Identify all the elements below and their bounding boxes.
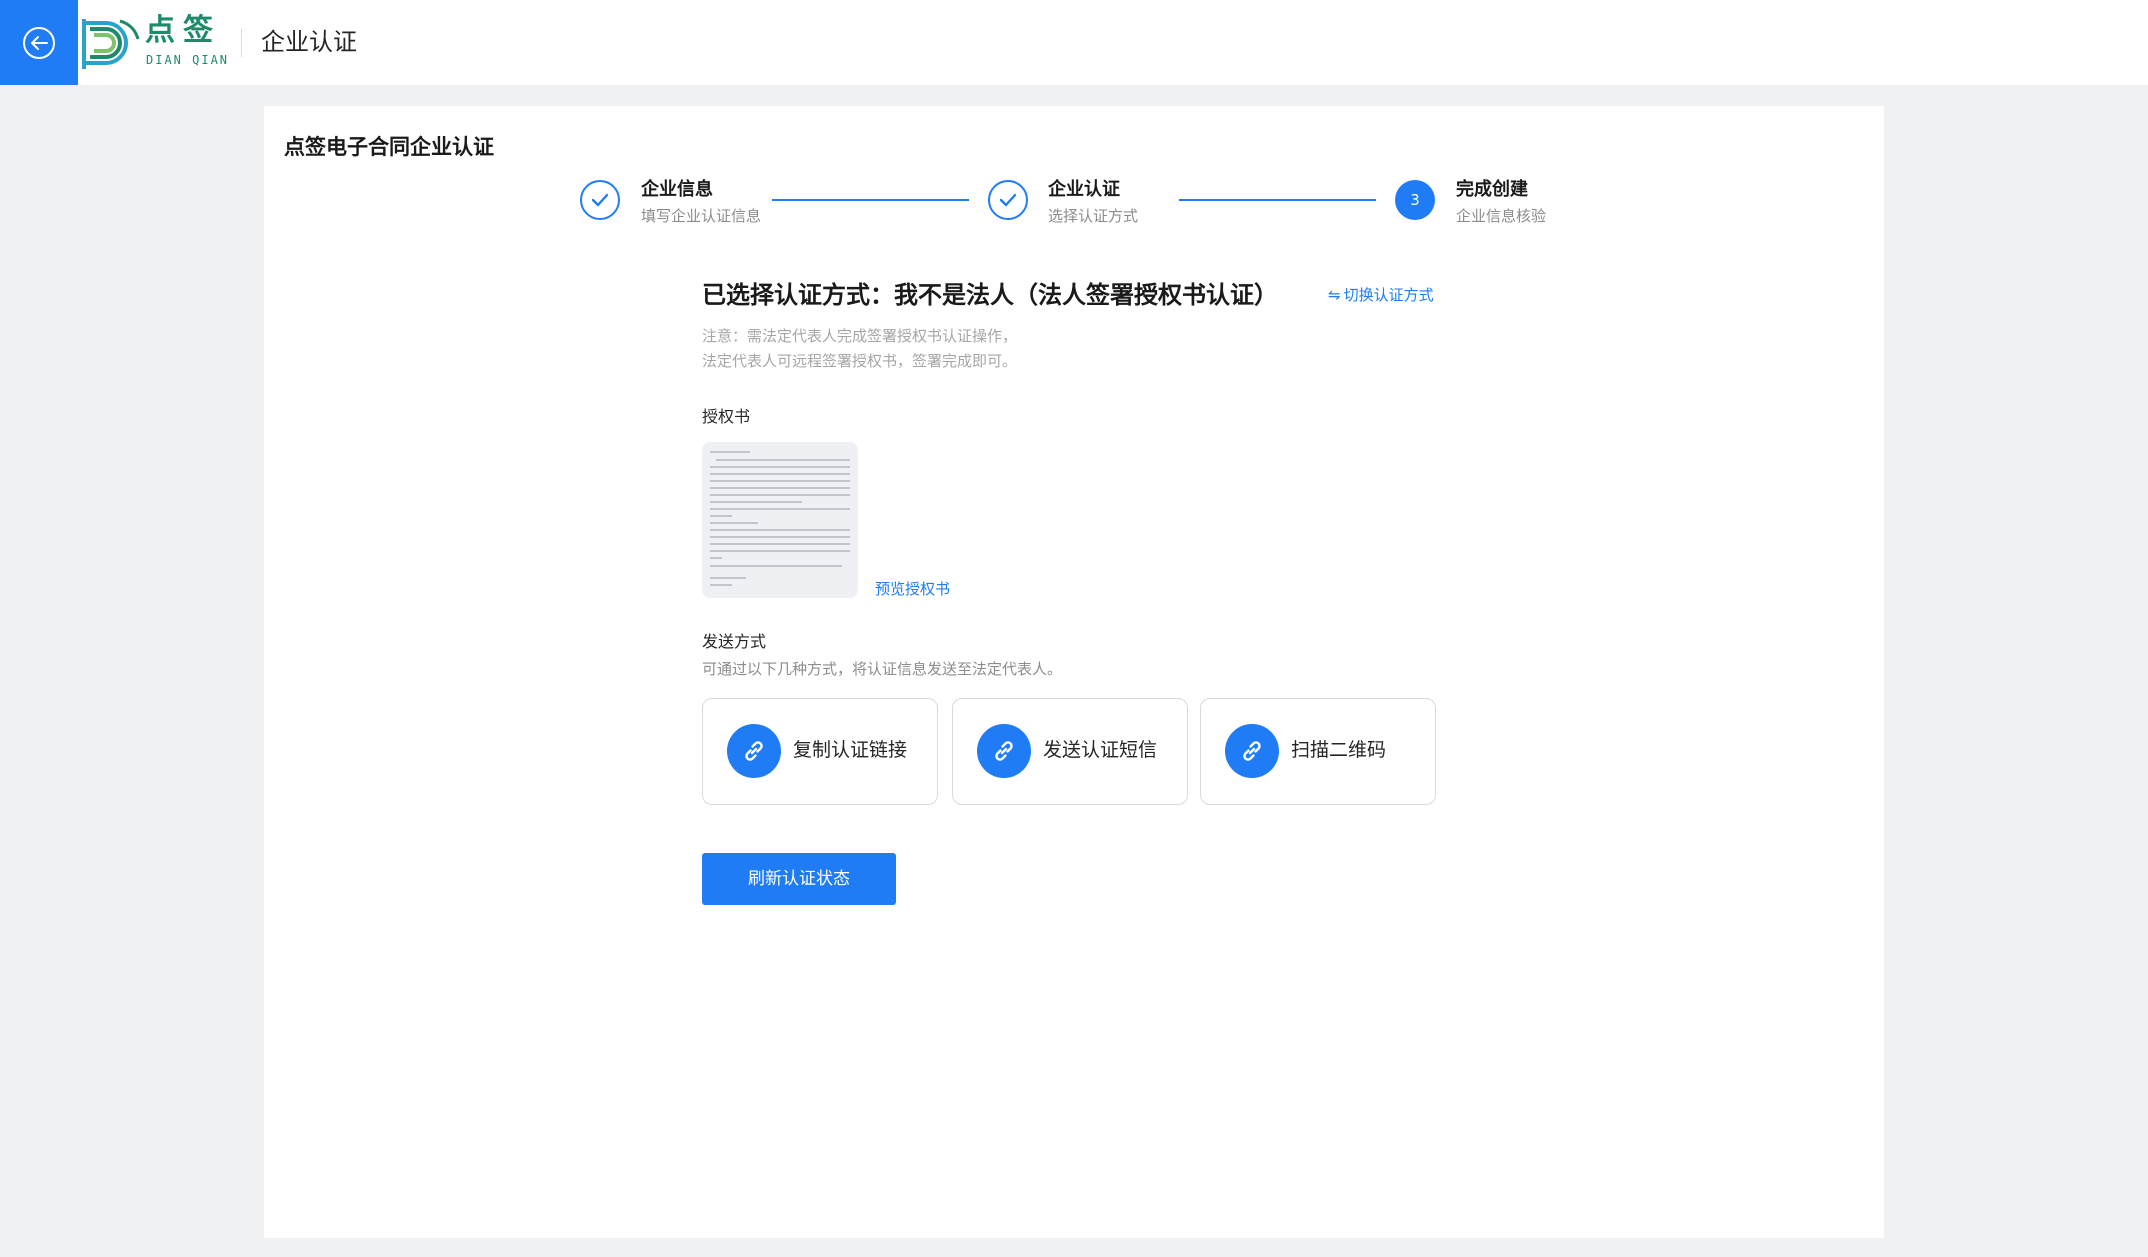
swap-icon: ⇋ xyxy=(1328,286,1341,304)
back-button[interactable] xyxy=(0,0,78,85)
header-divider xyxy=(241,29,242,57)
page-title: 企业认证 xyxy=(261,28,357,56)
authorization-label: 授权书 xyxy=(702,407,751,426)
link-icon xyxy=(977,724,1031,778)
send-method-hint: 可通过以下几种方式，将认证信息发送至法定代表人。 xyxy=(702,660,1063,678)
step-connector-1 xyxy=(772,199,969,201)
copy-link-label: 复制认证链接 xyxy=(793,739,908,761)
note-text: 注意：需法定代表人完成签署授权书认证操作， 法定代表人可远程签署授权书，签署完成… xyxy=(702,324,1017,374)
scan-qr-label: 扫描二维码 xyxy=(1291,739,1387,761)
main-card: 点签电子合同企业认证 企业信息 填写企业认证信息 企业认证 选择认证方式 3 完… xyxy=(264,106,1884,1238)
preview-authorization-link[interactable]: 预览授权书 xyxy=(875,578,950,600)
logo-text-cn: 点签 xyxy=(145,13,221,48)
copy-link-option[interactable]: 复制认证链接 xyxy=(702,698,938,805)
link-icon xyxy=(1225,724,1279,778)
send-method-label: 发送方式 xyxy=(702,632,767,651)
arrow-left-circle-icon xyxy=(23,26,55,59)
logo-text-en: DIAN QIAN xyxy=(146,53,230,67)
authorization-document-thumbnail[interactable] xyxy=(702,442,858,598)
step-2-check-icon xyxy=(988,180,1028,220)
card-title: 点签电子合同企业认证 xyxy=(284,135,494,159)
link-icon xyxy=(727,724,781,778)
step-1-title: 企业信息 xyxy=(641,179,713,200)
send-sms-label: 发送认证短信 xyxy=(1043,739,1158,761)
scan-qr-option[interactable]: 扫描二维码 xyxy=(1200,698,1436,805)
switch-method-label: 切换认证方式 xyxy=(1343,286,1434,304)
document-preview-icon xyxy=(702,442,858,598)
step-1-check-icon xyxy=(580,180,620,220)
note-line-2: 法定代表人可远程签署授权书，签署完成即可。 xyxy=(702,352,1018,370)
step-3-title: 完成创建 xyxy=(1456,179,1528,200)
note-line-1: 注意：需法定代表人完成签署授权书认证操作， xyxy=(702,327,1018,345)
top-header: 点签 DIAN QIAN 企业认证 xyxy=(0,0,2148,85)
step-3-number: 3 xyxy=(1395,180,1435,220)
switch-method-link[interactable]: ⇋ 切换认证方式 xyxy=(1328,284,1434,306)
refresh-status-button[interactable]: 刷新认证状态 xyxy=(702,853,896,905)
dianqian-logo: 点签 DIAN QIAN xyxy=(80,13,227,73)
step-1-desc: 填写企业认证信息 xyxy=(641,207,762,225)
step-2-desc: 选择认证方式 xyxy=(1048,207,1139,225)
send-sms-option[interactable]: 发送认证短信 xyxy=(952,698,1188,805)
selected-method-heading: 已选择认证方式：我不是法人（法人签署授权书认证） xyxy=(702,281,1278,309)
step-connector-2 xyxy=(1179,199,1376,201)
step-3-desc: 企业信息核验 xyxy=(1456,207,1547,225)
step-2-title: 企业认证 xyxy=(1048,179,1120,200)
logo-mark-icon xyxy=(82,19,140,69)
